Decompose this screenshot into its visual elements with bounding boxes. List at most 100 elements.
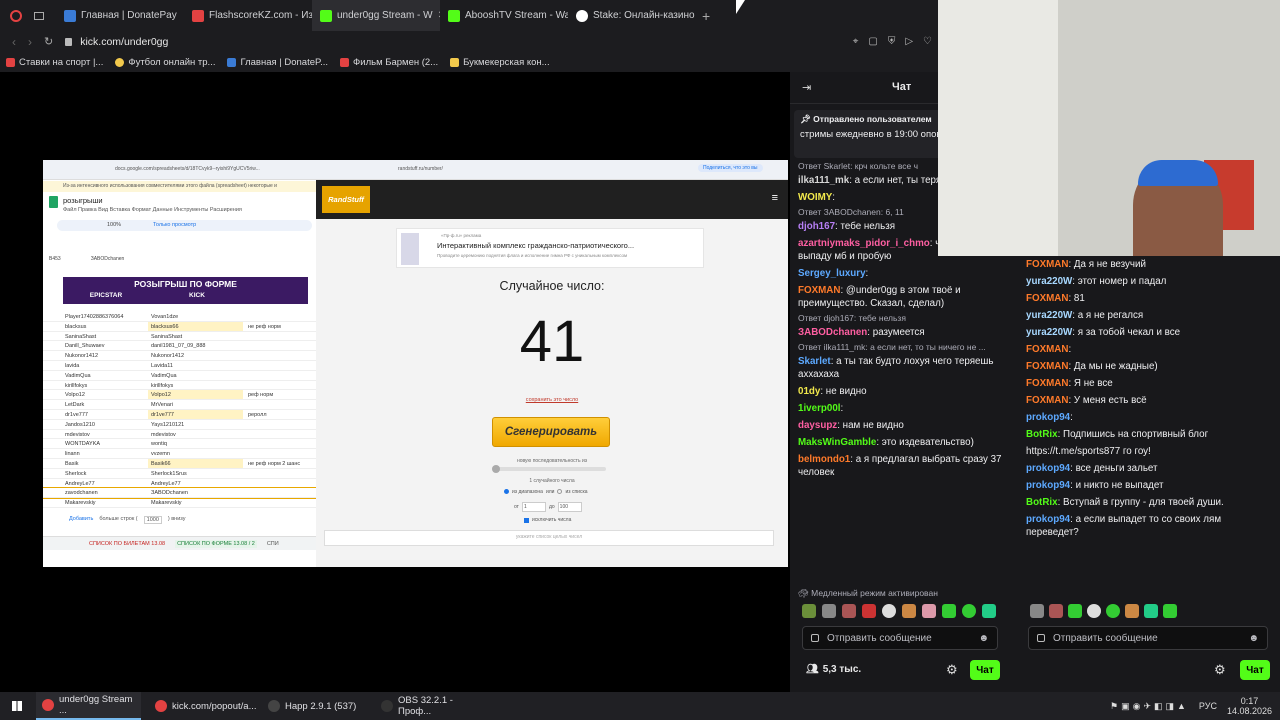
- chat-message[interactable]: FOXMAN: Я не все: [1018, 375, 1280, 392]
- generate-button[interactable]: Сгенерировать: [492, 417, 610, 447]
- table-row[interactable]: SaninaShast SaninaShast: [43, 332, 316, 342]
- emote-icon[interactable]: [1125, 604, 1139, 618]
- chat-username[interactable]: FOXMAN: [1026, 293, 1068, 304]
- table-row[interactable]: lavida Lavida11: [43, 361, 316, 371]
- emote-icon[interactable]: [1049, 604, 1063, 618]
- chat-username[interactable]: BotRix: [1026, 429, 1058, 440]
- emote-icon[interactable]: [962, 604, 976, 618]
- chat-username[interactable]: BotRix: [1026, 497, 1058, 508]
- tab-flashscore[interactable]: FlashscoreKZ.com - Избр: [184, 0, 312, 31]
- sheet-menu[interactable]: Файл Правка Вид Вставка Формат Данные Ин…: [63, 207, 303, 213]
- chat-username[interactable]: yura220W: [1026, 327, 1072, 338]
- shield-icon[interactable]: ⛨: [888, 36, 896, 47]
- taskbar-item[interactable]: OBS 32.2.1 - Проф...: [375, 692, 480, 720]
- table-row[interactable]: Nukonor1412 Nukonor1412: [43, 351, 316, 361]
- chat-username[interactable]: azartniymaks_pidor_i_chmo: [798, 238, 930, 249]
- chat-username[interactable]: Skarlet: [798, 356, 831, 367]
- chat-message[interactable]: https://t.me/sports877 го гоу!: [1018, 443, 1280, 460]
- chat-input[interactable]: Отправить сообщение ☻: [802, 626, 998, 650]
- table-row[interactable]: blacksus blacksus66 не реф норм: [43, 321, 316, 332]
- radio-list[interactable]: [557, 489, 563, 494]
- language-indicator[interactable]: РУС: [1199, 701, 1217, 711]
- exclude-list-input[interactable]: укажите список целых чисел: [324, 530, 774, 546]
- heart-icon[interactable]: ♡: [923, 36, 932, 47]
- tab-menu-icon[interactable]: [34, 11, 44, 20]
- chat-username[interactable]: FOXMAN: [1026, 395, 1068, 406]
- ad-banner[interactable]: «Пр-ф.ru» реклама Интерактивный комплекс…: [396, 228, 704, 268]
- bookmark-item[interactable]: Футбол онлайн тр...: [115, 57, 215, 68]
- tab-stake[interactable]: Stake: Онлайн-казино и сп: [568, 0, 696, 31]
- chat-message[interactable]: belmondo1: а я предлагал выбрать сразу 3…: [790, 451, 1018, 481]
- chat-username[interactable]: MaksWinGamble: [798, 437, 876, 448]
- table-row[interactable]: Sherlock Sherlock1Srus: [43, 469, 316, 479]
- snapshot-icon[interactable]: ▢: [868, 36, 877, 47]
- chat-username[interactable]: FOXMAN: [1026, 378, 1068, 389]
- pin-icon[interactable]: ⌖: [853, 36, 859, 47]
- emote-icon[interactable]: [842, 604, 856, 618]
- sheet-tab-active[interactable]: СПИСОК ПО ФОРМЕ 13.08 / 2: [175, 539, 257, 548]
- chat-message[interactable]: yura220W: этот номер и падал: [1018, 273, 1280, 290]
- chat-message[interactable]: ЗABODchanen: разумеется: [790, 324, 1018, 341]
- chat-message[interactable]: prokop94: и никто не выпадет: [1018, 477, 1280, 494]
- chat-username[interactable]: FOXMAN: [1026, 361, 1068, 372]
- chat2-send-button[interactable]: Чат: [1240, 660, 1270, 680]
- emoji-icon[interactable]: ☻: [1248, 633, 1259, 644]
- table-row[interactable]: kirillfokys kirillfokys: [43, 381, 316, 391]
- settings-gear-icon[interactable]: ⚙: [946, 662, 958, 678]
- chat-username[interactable]: ЗABODchanen: [798, 327, 867, 338]
- settings-gear-icon[interactable]: ⚙: [1214, 662, 1226, 678]
- taskbar-item[interactable]: under0gg Stream ...: [36, 692, 141, 720]
- chat-username[interactable]: Sergey_luxury: [798, 268, 866, 279]
- chat-username[interactable]: prokop94: [1026, 514, 1070, 525]
- collapse-chat-icon[interactable]: ⇥: [802, 81, 811, 94]
- chat-message[interactable]: FOXMAN:: [1018, 341, 1280, 358]
- randstuff-logo[interactable]: RandStuff: [322, 186, 370, 213]
- sheet-tab[interactable]: СПИСОК ПО БИЛЕТАМ 13.08: [89, 541, 165, 547]
- chat-message[interactable]: FOXMAN: 81: [1018, 290, 1280, 307]
- chat-message[interactable]: yura220W: а я не регался: [1018, 307, 1280, 324]
- table-row[interactable]: Jandos1210 Yays1210121: [43, 420, 316, 430]
- table-row[interactable]: Basik Basik66 не реф норм 2 шанс: [43, 459, 316, 469]
- radio-range[interactable]: [504, 489, 509, 494]
- sheet-tab[interactable]: СПИ: [267, 541, 279, 547]
- emote-icon[interactable]: [822, 604, 836, 618]
- new-tab-plus-icon[interactable]: +: [702, 8, 710, 24]
- table-row[interactable]: VadimQua VadimQua: [43, 371, 316, 381]
- video-player[interactable]: docs.google.com/spreadsheets/d/18TCvyk9-…: [0, 72, 790, 692]
- table-row[interactable]: mdevistov mdevistov: [43, 430, 316, 440]
- chat-username[interactable]: yura220W: [1026, 310, 1072, 321]
- chat-username[interactable]: WOIMY: [798, 192, 832, 203]
- chat2-input[interactable]: Отправить сообщение ☻: [1028, 626, 1268, 650]
- reload-icon[interactable]: ↻: [44, 35, 53, 48]
- count-slider[interactable]: [492, 465, 606, 473]
- add-rows-button[interactable]: Добавить: [69, 516, 93, 524]
- chat-message[interactable]: yura220W: я за тобой чекал и все: [1018, 324, 1280, 341]
- chat-message[interactable]: FOXMAN: Да я не везучий: [1018, 256, 1280, 273]
- chat-username[interactable]: belmondo1: [798, 454, 850, 465]
- exclude-checkbox[interactable]: [524, 517, 529, 523]
- taskbar-item[interactable]: kick.com/popout/a...: [149, 692, 256, 720]
- slider-thumb[interactable]: [492, 465, 500, 473]
- chat-message[interactable]: prokop94: а если выпадет то со своих лям…: [1018, 511, 1280, 541]
- table-row[interactable]: WONTDAYKA wontiq: [43, 439, 316, 450]
- forward-icon[interactable]: ›: [28, 35, 32, 49]
- table-row[interactable]: AndreyLe77 AndreyLe77: [43, 479, 316, 489]
- rows-count-input[interactable]: 1000: [143, 516, 162, 524]
- chat-username[interactable]: yura220W: [1026, 276, 1072, 287]
- emote-icon[interactable]: [882, 604, 896, 618]
- emote-icon[interactable]: [1144, 604, 1158, 618]
- chat-username[interactable]: FOXMAN: [1026, 344, 1068, 355]
- chat-message[interactable]: FOXMAN: Да мы не жадные): [1018, 358, 1280, 375]
- table-row[interactable]: Danill_Shuwaev danil1981_07_09_888: [43, 341, 316, 352]
- emote-icon[interactable]: [902, 604, 916, 618]
- chat-username[interactable]: prokop94: [1026, 412, 1070, 423]
- chat-username[interactable]: FOXMAN: [798, 285, 840, 296]
- table-row[interactable]: LetDark MrVenari: [43, 400, 316, 410]
- to-input[interactable]: 100: [557, 502, 582, 512]
- hamburger-menu-icon[interactable]: ≡: [772, 192, 778, 204]
- windows-start-icon[interactable]: [12, 701, 22, 711]
- url-field[interactable]: kick.com/under0gg: [80, 36, 168, 48]
- emote-icon[interactable]: [1106, 604, 1120, 618]
- from-input[interactable]: 1: [521, 502, 546, 512]
- table-row[interactable]: linann vvzemn: [43, 449, 316, 459]
